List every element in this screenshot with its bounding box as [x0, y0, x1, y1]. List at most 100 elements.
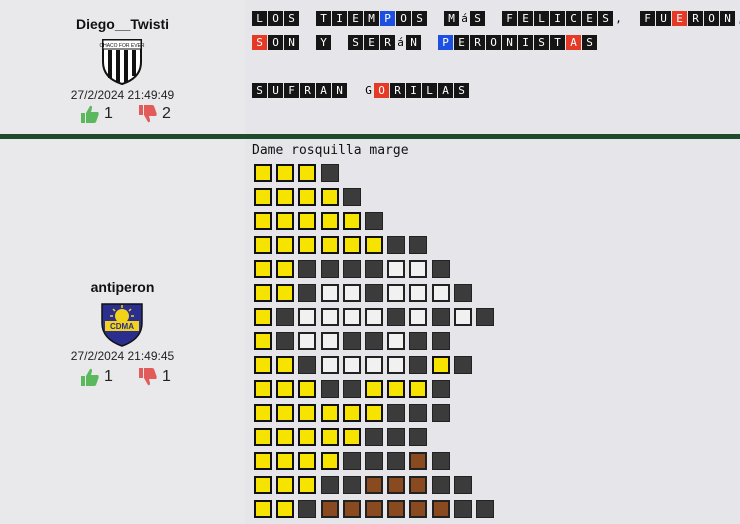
comment-post: antiperon CDMA 27/2/2024 21:49:45 1 1 Da…	[0, 139, 740, 524]
art-cell	[254, 308, 272, 326]
art-cell	[409, 308, 428, 326]
like-button[interactable]: 1	[80, 104, 113, 124]
badge-text: CDMA	[110, 322, 134, 331]
letter-tile: S	[412, 11, 427, 26]
art-cell	[254, 404, 272, 422]
art-cell	[254, 356, 272, 374]
art-cell	[254, 500, 272, 518]
letter-tile: O	[374, 83, 389, 98]
art-cell	[453, 356, 472, 374]
art-cell	[298, 164, 317, 182]
letter-tile: O	[486, 35, 501, 50]
letter-tile: A	[316, 83, 331, 98]
art-cell	[342, 212, 361, 230]
art-cell	[298, 284, 317, 302]
letter-tile: L	[534, 11, 549, 26]
art-cell	[387, 452, 406, 470]
art-cell	[365, 260, 383, 278]
art-cell	[342, 380, 361, 398]
letter-tile: á	[461, 12, 468, 25]
art-cell	[342, 332, 361, 350]
thumbs-up-icon	[81, 105, 99, 123]
username[interactable]: antiperon	[0, 279, 245, 295]
art-cell	[387, 500, 406, 518]
club-shield-icon: CHACO FOR EVER	[99, 39, 145, 86]
letter-tile: E	[582, 11, 597, 26]
username[interactable]: Diego__Twisti	[0, 16, 245, 32]
thumbs-down-icon	[139, 105, 157, 123]
art-cell	[276, 260, 295, 278]
art-cell	[387, 428, 406, 446]
letter-tile: A	[566, 35, 581, 50]
art-cell	[365, 500, 383, 518]
letter-tile	[300, 31, 315, 46]
art-cell	[320, 284, 339, 302]
art-cell	[320, 260, 339, 278]
art-cell	[453, 284, 472, 302]
art-cell	[254, 212, 272, 230]
art-cell	[342, 452, 361, 470]
letter-tile: F	[502, 11, 517, 26]
dislike-count: 2	[162, 105, 171, 122]
art-cell	[342, 284, 361, 302]
art-cell	[276, 404, 295, 422]
letter-tile: S	[470, 11, 485, 26]
art-cell	[365, 428, 383, 446]
letter-tile: R	[380, 35, 395, 50]
like-button[interactable]: 1	[80, 367, 113, 387]
art-cell	[387, 332, 406, 350]
art-cell	[476, 500, 494, 518]
letter-tile: Y	[316, 35, 331, 50]
art-cell	[276, 308, 295, 326]
art-cell	[298, 188, 317, 206]
post-date: 27/2/2024 21:49:45	[70, 349, 175, 363]
letter-tile: S	[454, 83, 469, 98]
avatar[interactable]: CHACO FOR EVER	[97, 36, 147, 86]
art-cell	[342, 236, 361, 254]
art-cell	[365, 452, 383, 470]
dislike-button[interactable]: 1	[138, 367, 171, 387]
art-cell	[254, 164, 272, 182]
letter-tile: L	[422, 83, 437, 98]
art-cell	[320, 476, 339, 494]
letter-tile	[624, 7, 639, 22]
art-cell	[276, 164, 295, 182]
art-cell	[320, 404, 339, 422]
art-cell	[298, 356, 317, 374]
letter-tile	[332, 31, 347, 46]
letter-tile: F	[284, 83, 299, 98]
art-cell	[476, 308, 494, 326]
art-cell	[320, 332, 339, 350]
art-cell	[320, 428, 339, 446]
art-cell	[320, 356, 339, 374]
art-cell	[276, 452, 295, 470]
art-cell	[409, 236, 428, 254]
art-cell	[387, 260, 406, 278]
art-cell	[387, 380, 406, 398]
art-cell	[342, 404, 361, 422]
avatar[interactable]: CDMA	[97, 299, 147, 349]
letter-tile: A	[438, 83, 453, 98]
art-cell	[409, 476, 428, 494]
art-cell	[254, 284, 272, 302]
dislike-button[interactable]: 2	[138, 104, 171, 124]
letter-tile: O	[268, 35, 283, 50]
letter-tile: S	[252, 35, 267, 50]
letter-tile: E	[518, 11, 533, 26]
art-cell	[298, 380, 317, 398]
art-cell	[387, 236, 406, 254]
art-cell	[342, 476, 361, 494]
letter-tile: C	[566, 11, 581, 26]
caption-text: Dame rosquilla marge	[252, 143, 409, 158]
letter-tile: I	[406, 83, 421, 98]
art-cell	[298, 308, 317, 326]
art-cell	[298, 212, 317, 230]
letter-tile: P	[380, 11, 395, 26]
letter-tile	[428, 7, 443, 22]
art-cell	[342, 500, 361, 518]
letter-tile: E	[364, 35, 379, 50]
art-cell	[387, 404, 406, 422]
art-cell	[254, 452, 272, 470]
letter-tile: G	[365, 84, 372, 97]
art-cell	[365, 380, 383, 398]
